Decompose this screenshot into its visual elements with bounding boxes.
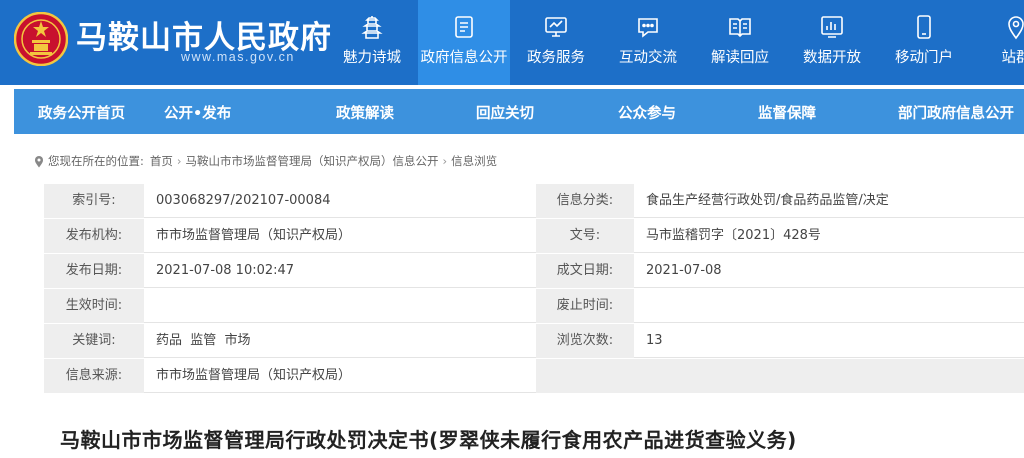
nav-label: 政府信息公开 [420,50,508,66]
breadcrumb-current: 信息浏览 [451,154,498,168]
open-book-icon [729,18,751,38]
effective-value [144,289,536,323]
table-row: 关键词: 药品 监管 市场 浏览次数: 13 [44,324,1024,358]
expire-label: 废止时间: [536,289,634,323]
table-row: 信息来源: 市市场监督管理局（知识产权局） [44,359,1024,393]
keywords-label: 关键词: [44,324,144,358]
table-row: 生效时间: 废止时间: [44,289,1024,323]
table-row: 索引号: 003068297/202107-00084 信息分类: 食品生产经营… [44,184,1024,218]
category-value: 食品生产经营行政处罚/食品药品监管/决定 [634,184,1024,218]
nav-item-mobile[interactable]: 移动门户 [878,0,970,85]
empty-cell [536,359,1024,393]
sub-nav: 政务公开首页 公开•发布 政策解读 回应关切 公众参与 监督保障 部门政府信息公… [14,89,1024,134]
location-pin-icon [35,155,43,167]
nav-label: 数据开放 [803,50,861,66]
chat-icon [638,18,658,38]
pubdate-label: 发布日期: [44,254,144,288]
national-emblem-icon [14,12,68,66]
docno-label: 文号: [536,219,634,253]
nav-item-interpretation[interactable]: 解读回应 [694,0,786,85]
nav-label: 解读回应 [711,50,769,66]
breadcrumb-home[interactable]: 首页 [150,153,173,169]
document-title: 马鞍山市市场监督管理局行政处罚决定书(罗翠侠未履行食用农产品进货查验义务) [60,428,797,452]
publisher-value: 市市场监督管理局（知识产权局） [144,219,536,253]
writedate-value: 2021-07-08 [634,254,1024,288]
index-label: 索引号: [44,184,144,218]
site-header: 马鞍山市人民政府 www.mas.gov.cn 魅力诗城 政府信息公开 政务服务 [0,0,1024,85]
nav-label: 政务服务 [527,50,585,66]
bar-chart-icon [821,16,843,38]
subnav-publish[interactable]: 公开•发布 [164,102,231,123]
subnav-policy[interactable]: 政策解读 [336,102,394,123]
table-row: 发布日期: 2021-07-08 10:02:47 成文日期: 2021-07-… [44,254,1024,288]
chevron-right-icon: › [442,154,448,168]
pagoda-icon [361,16,383,39]
subnav-supervision[interactable]: 监督保障 [758,102,816,123]
subnav-home[interactable]: 政务公开首页 [38,102,125,123]
views-label: 浏览次数: [536,324,634,358]
monitor-icon [545,17,567,37]
publisher-label: 发布机构: [44,219,144,253]
breadcrumb-department[interactable]: 马鞍山市市场监督管理局（知识产权局）信息公开 [185,153,438,169]
mobile-icon [917,15,931,39]
source-value: 市市场监督管理局（知识产权局） [144,359,536,393]
table-row: 发布机构: 市市场监督管理局（知识产权局） 文号: 马市监稽罚字〔2021〕42… [44,219,1024,253]
location-pin-icon [1008,16,1024,40]
nav-item-gov-service[interactable]: 政务服务 [510,0,602,85]
category-label: 信息分类: [536,184,634,218]
docno-value: 马市监稽罚字〔2021〕428号 [634,219,1024,253]
nav-item-interaction[interactable]: 互动交流 [602,0,694,85]
index-value: 003068297/202107-00084 [144,184,536,218]
top-nav: 魅力诗城 政府信息公开 政务服务 互动交流 解读回应 数据开放 移动门户 站群 [326,0,1024,85]
subnav-response[interactable]: 回应关切 [476,102,534,123]
subnav-participation[interactable]: 公众参与 [618,102,676,123]
chevron-right-icon: › [176,154,182,168]
breadcrumb-prefix: 您现在所在的位置: [48,154,144,168]
document-icon [455,16,473,38]
effective-label: 生效时间: [44,289,144,323]
writedate-label: 成文日期: [536,254,634,288]
nav-item-site-group[interactable]: 站群 [970,0,1024,85]
pubdate-value: 2021-07-08 10:02:47 [144,254,536,288]
expire-value [634,289,1024,323]
nav-item-charm-city[interactable]: 魅力诗城 [326,0,418,85]
keywords-value: 药品 监管 市场 [144,324,536,358]
nav-label: 魅力诗城 [343,50,401,66]
nav-item-gov-info[interactable]: 政府信息公开 [418,0,510,85]
nav-item-open-data[interactable]: 数据开放 [786,0,878,85]
breadcrumb: 您现在所在的位置: 首页 › 马鞍山市市场监督管理局（知识产权局）信息公开 › … [34,153,497,169]
views-value: 13 [634,324,1024,358]
site-url: www.mas.gov.cn [181,50,295,64]
subnav-department[interactable]: 部门政府信息公开 [898,102,1014,123]
source-label: 信息来源: [44,359,144,393]
nav-label: 移动门户 [895,50,953,66]
nav-label: 站群 [1001,50,1024,66]
nav-label: 互动交流 [619,50,677,66]
